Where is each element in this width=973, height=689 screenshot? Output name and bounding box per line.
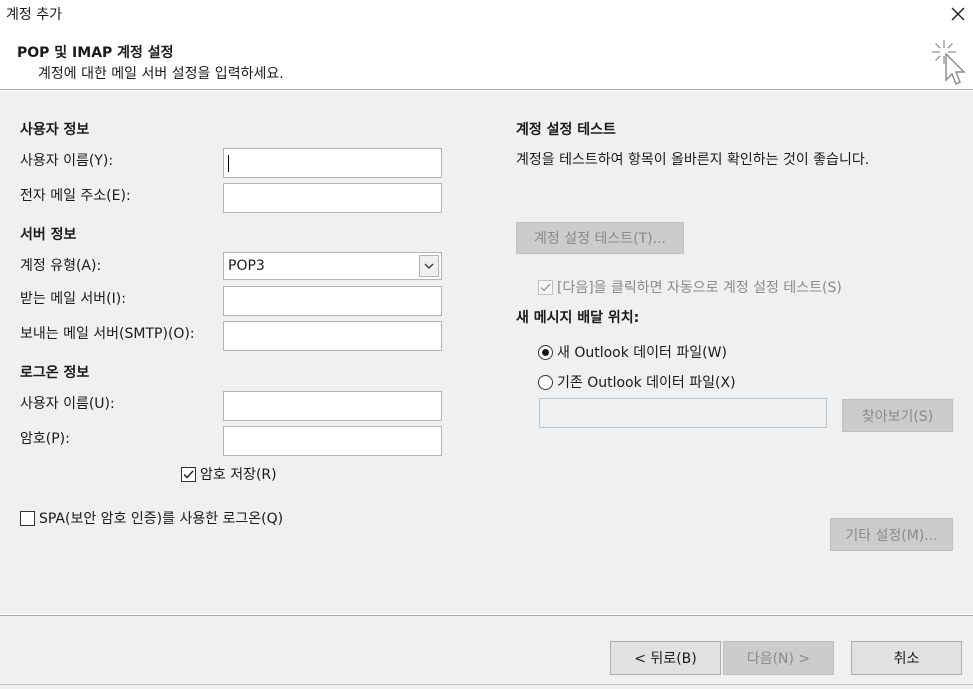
click-cursor-icon xyxy=(932,40,966,85)
user-info-heading: 사용자 정보 xyxy=(20,122,90,138)
account-type-label: 계정 유형(A): xyxy=(20,258,102,274)
bottom-divider xyxy=(0,684,973,689)
radio-existing-data-file[interactable]: 기존 Outlook 데이터 파일(X) xyxy=(538,372,736,392)
logon-user-input[interactable] xyxy=(223,391,442,421)
checkbox-box[interactable] xyxy=(538,279,553,295)
chevron-down-icon[interactable] xyxy=(419,255,439,277)
existing-data-file-label: 기존 Outlook 데이터 파일(X) xyxy=(557,375,736,391)
auto-test-label: [다음]을 클릭하면 자동으로 계정 설정 테스트(S) xyxy=(557,280,842,296)
outgoing-server-input[interactable] xyxy=(223,321,442,351)
radio-selected-dot xyxy=(542,348,549,356)
delivery-heading: 새 메시지 배달 위치: xyxy=(516,310,640,326)
more-settings-button[interactable]: 기타 설정(M)... xyxy=(830,518,953,551)
wizard-header: POP 및 IMAP 계정 설정 계정에 대한 메일 서버 설정을 입력하세요. xyxy=(0,28,973,90)
server-info-heading: 서버 정보 xyxy=(20,227,77,243)
checkbox-box[interactable] xyxy=(20,510,35,526)
remember-password-checkbox[interactable]: 암호 저장(R) xyxy=(181,464,277,484)
close-icon xyxy=(951,7,965,21)
window-title: 계정 추가 xyxy=(6,7,62,23)
test-heading: 계정 설정 테스트 xyxy=(516,122,616,138)
user-name-label: 사용자 이름(Y): xyxy=(20,153,114,169)
incoming-server-label: 받는 메일 서버(I): xyxy=(20,291,126,307)
email-input[interactable] xyxy=(223,183,442,213)
test-account-button[interactable]: 계정 설정 테스트(T)... xyxy=(516,222,684,254)
radio-circle[interactable] xyxy=(538,374,553,390)
data-file-path-input[interactable] xyxy=(539,398,827,428)
radio-circle[interactable] xyxy=(538,344,553,360)
user-name-input[interactable] xyxy=(223,148,442,178)
checkmark-icon xyxy=(540,283,551,292)
logon-user-label: 사용자 이름(U): xyxy=(20,396,115,412)
wizard-footer: < 뒤로(B) 다음(N) > 취소 xyxy=(0,615,973,689)
checkbox-box[interactable] xyxy=(181,466,196,482)
password-label: 암호(P): xyxy=(20,431,70,447)
account-type-value: POP3 xyxy=(228,258,265,274)
new-data-file-label: 새 Outlook 데이터 파일(W) xyxy=(557,345,727,361)
logon-info-heading: 로그온 정보 xyxy=(20,365,90,381)
page-subtitle: 계정에 대한 메일 서버 설정을 입력하세요. xyxy=(38,66,284,82)
spa-label: SPA(보안 암호 인증)를 사용한 로그온(Q) xyxy=(39,511,284,527)
browse-button[interactable]: 찾아보기(S) xyxy=(842,399,953,432)
auto-test-checkbox[interactable]: [다음]을 클릭하면 자동으로 계정 설정 테스트(S) xyxy=(538,277,842,297)
cancel-button[interactable]: 취소 xyxy=(851,641,962,675)
checkmark-icon xyxy=(183,470,194,479)
text-caret xyxy=(228,155,229,172)
page-title: POP 및 IMAP 계정 설정 xyxy=(17,45,174,61)
outgoing-server-label: 보내는 메일 서버(SMTP)(O): xyxy=(20,326,195,342)
close-button[interactable] xyxy=(943,0,973,28)
title-bar: 계정 추가 xyxy=(0,0,973,28)
email-label: 전자 메일 주소(E): xyxy=(20,188,131,204)
account-type-select[interactable]: POP3 xyxy=(223,252,442,280)
back-button[interactable]: < 뒤로(B) xyxy=(610,641,721,675)
remember-password-label: 암호 저장(R) xyxy=(200,467,277,483)
incoming-server-input[interactable] xyxy=(223,286,442,316)
next-button[interactable]: 다음(N) > xyxy=(723,641,834,675)
radio-new-data-file[interactable]: 새 Outlook 데이터 파일(W) xyxy=(538,342,727,362)
test-description: 계정을 테스트하여 항목이 올바른지 확인하는 것이 좋습니다. xyxy=(516,152,870,168)
password-input[interactable] xyxy=(223,426,442,456)
content-panel: 사용자 정보 사용자 이름(Y): 전자 메일 주소(E): 서버 정보 계정 … xyxy=(0,91,973,614)
spa-checkbox[interactable]: SPA(보안 암호 인증)를 사용한 로그온(Q) xyxy=(20,508,283,528)
